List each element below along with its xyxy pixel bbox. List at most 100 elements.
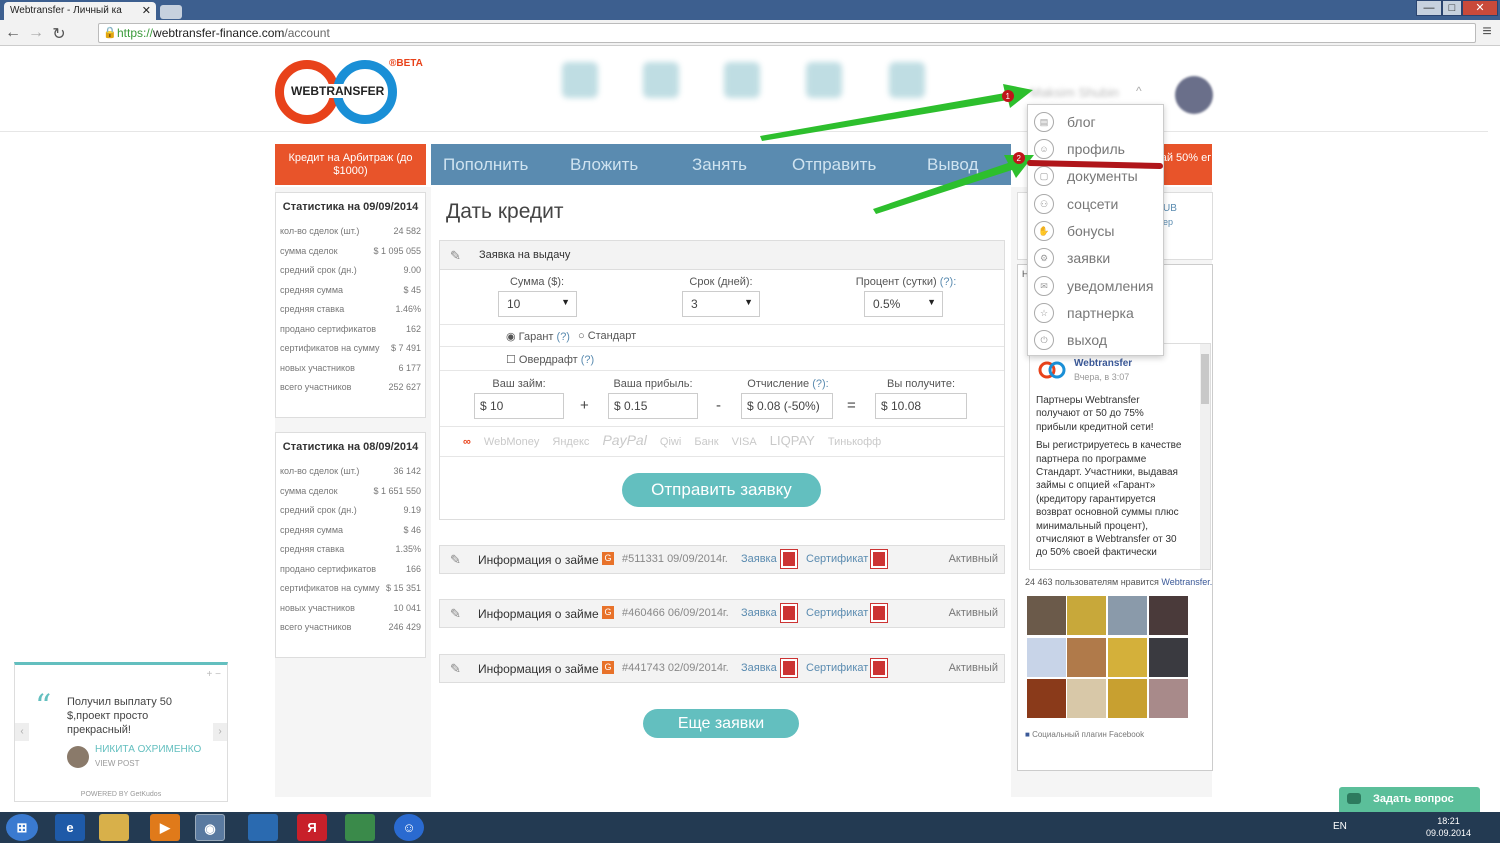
- explorer-icon[interactable]: [99, 814, 129, 841]
- menu-item-blog[interactable]: ▤ блог: [1034, 109, 1162, 136]
- term-select[interactable]: 3 ▼: [682, 291, 760, 317]
- request-link[interactable]: Заявка: [741, 662, 777, 674]
- nav-item-send[interactable]: Отправить: [792, 155, 876, 175]
- back-icon[interactable]: ←: [4, 24, 22, 42]
- fan-avatar[interactable]: [1149, 638, 1188, 677]
- header-icon-4[interactable]: [806, 62, 842, 98]
- facebook-post[interactable]: Webtransfer Вчера, в 3:07 Партнеры Webtr…: [1029, 343, 1211, 570]
- browser-menu-icon[interactable]: ≡: [1478, 23, 1496, 41]
- header-icon-3[interactable]: [724, 62, 760, 98]
- widget-controls[interactable]: + −: [207, 669, 221, 680]
- address-bar[interactable]: 🔒 https://webtransfer-finance.com/account: [98, 23, 1476, 43]
- loan-row[interactable]: ✎ Информация о займе G #511331 09/09/201…: [439, 545, 1005, 574]
- close-window-button[interactable]: ✕: [1462, 0, 1498, 16]
- facebook-page-name[interactable]: Webtransfer: [1074, 358, 1132, 369]
- fan-avatar[interactable]: [1067, 679, 1106, 718]
- menu-item-documents[interactable]: ▢ документы: [1034, 163, 1162, 190]
- rate-select[interactable]: 0.5% ▼: [864, 291, 943, 317]
- request-link[interactable]: Заявка: [741, 607, 777, 619]
- nav-item-invest[interactable]: Вложить: [570, 155, 638, 175]
- menu-item-social[interactable]: ⚇ соцсети: [1034, 191, 1162, 218]
- reload-icon[interactable]: ↻: [50, 24, 68, 44]
- new-tab-button[interactable]: [160, 5, 182, 19]
- fan-avatar[interactable]: [1108, 596, 1147, 635]
- scrollbar-thumb[interactable]: [1201, 354, 1209, 404]
- pdf-icon[interactable]: [780, 549, 798, 569]
- promo-arbitrage-button[interactable]: Кредит на Арбитраж (до $1000): [275, 144, 426, 185]
- menu-item-bonuses[interactable]: ✋ бонусы: [1034, 218, 1162, 245]
- fan-avatar[interactable]: [1149, 596, 1188, 635]
- profit-input[interactable]: $ 0.15: [608, 393, 698, 419]
- ie-icon[interactable]: e: [55, 814, 85, 841]
- promo-right-button[interactable]: ай 50% ег: [1160, 144, 1212, 185]
- app-icon[interactable]: [345, 814, 375, 841]
- fee-help-link[interactable]: (?):: [812, 378, 829, 390]
- more-requests-button[interactable]: Еще заявки: [643, 709, 799, 738]
- maximize-button[interactable]: □: [1442, 0, 1462, 16]
- guarantee-help-link[interactable]: (?): [557, 331, 570, 343]
- nav-item-borrow[interactable]: Занять: [692, 155, 747, 175]
- messenger-icon[interactable]: ☺: [394, 814, 424, 841]
- system-clock[interactable]: 18:21 09.09.2014: [1426, 815, 1471, 839]
- scrollbar[interactable]: [1200, 344, 1210, 569]
- app-icon[interactable]: [248, 814, 278, 841]
- certificate-link[interactable]: Сертификат: [806, 662, 868, 674]
- view-post-link[interactable]: VIEW POST: [95, 759, 139, 768]
- fan-avatar[interactable]: [1067, 596, 1106, 635]
- pdf-icon[interactable]: [870, 658, 888, 678]
- testimonial-author[interactable]: НИКИТА ОХРИМЕНКО: [95, 744, 201, 755]
- loan-row[interactable]: ✎ Информация о займе G #460466 06/09/201…: [439, 599, 1005, 628]
- menu-item-partner[interactable]: ☆ партнерка: [1034, 300, 1162, 327]
- menu-item-logout[interactable]: ⏻ выход: [1034, 327, 1162, 354]
- chevron-left-icon[interactable]: ‹: [15, 723, 29, 741]
- fan-avatar[interactable]: [1108, 638, 1147, 677]
- start-button[interactable]: ⊞: [6, 814, 38, 841]
- rate-help-link[interactable]: (?):: [940, 276, 957, 288]
- pdf-icon[interactable]: [870, 603, 888, 623]
- chevron-right-icon[interactable]: ›: [213, 723, 227, 741]
- chrome-icon[interactable]: ◉: [195, 814, 225, 841]
- powered-by[interactable]: POWERED BY GetKudos: [15, 791, 227, 798]
- tab-close-icon[interactable]: ✕: [142, 4, 151, 17]
- request-link[interactable]: Заявка: [741, 553, 777, 565]
- avatar[interactable]: [1175, 76, 1213, 114]
- loan-row[interactable]: ✎ Информация о займе G #441743 02/09/201…: [439, 654, 1005, 683]
- language-indicator[interactable]: EN: [1333, 821, 1347, 832]
- receive-input[interactable]: $ 10.08: [875, 393, 967, 419]
- fan-avatar[interactable]: [1067, 638, 1106, 677]
- forward-icon[interactable]: →: [27, 24, 45, 42]
- browser-tab[interactable]: Webtransfer - Личный ка ✕: [4, 2, 156, 20]
- fan-avatar[interactable]: [1027, 638, 1066, 677]
- fan-avatar[interactable]: [1108, 679, 1147, 718]
- fan-avatar[interactable]: [1027, 679, 1066, 718]
- submit-request-button[interactable]: Отправить заявку: [622, 473, 821, 507]
- certificate-link[interactable]: Сертификат: [806, 607, 868, 619]
- minimize-button[interactable]: —: [1416, 0, 1442, 16]
- standard-option[interactable]: ○ Стандарт: [578, 330, 636, 342]
- user-name[interactable]: Maksim Shubin: [1030, 85, 1119, 100]
- header-icon-2[interactable]: [643, 62, 679, 98]
- nav-item-deposit[interactable]: Пополнить: [443, 155, 528, 175]
- site-logo[interactable]: WEBTRANSFER: [275, 60, 397, 124]
- fan-avatar[interactable]: [1027, 596, 1066, 635]
- overdraft-checkbox[interactable]: ☐ Овердрафт (?): [506, 353, 594, 366]
- fee-input[interactable]: $ 0.08 (-50%): [741, 393, 833, 419]
- chevron-up-icon[interactable]: ^: [1136, 84, 1142, 98]
- menu-item-profile[interactable]: ☺ профиль: [1034, 136, 1162, 163]
- header-icon-5[interactable]: [889, 62, 925, 98]
- menu-item-requests[interactable]: ⚙ заявки: [1034, 245, 1162, 272]
- media-player-icon[interactable]: ▶: [150, 814, 180, 841]
- amount-select[interactable]: 10 ▼: [498, 291, 577, 317]
- likes-page-link[interactable]: Webtransfer.: [1161, 577, 1212, 587]
- ask-question-button[interactable]: Задать вопрос: [1339, 787, 1480, 812]
- loan-input[interactable]: $ 10: [474, 393, 564, 419]
- fan-avatar[interactable]: [1149, 679, 1188, 718]
- overdraft-help-link[interactable]: (?): [581, 354, 594, 366]
- pdf-icon[interactable]: [780, 658, 798, 678]
- guarantee-option[interactable]: ◉ Гарант (?): [506, 330, 570, 343]
- menu-item-notifications[interactable]: ✉ уведомления: [1034, 273, 1162, 300]
- nav-item-withdraw[interactable]: Вывод: [927, 155, 978, 175]
- header-icon-1[interactable]: [562, 62, 598, 98]
- yandex-icon[interactable]: Я: [297, 814, 327, 841]
- certificate-link[interactable]: Сертификат: [806, 553, 868, 565]
